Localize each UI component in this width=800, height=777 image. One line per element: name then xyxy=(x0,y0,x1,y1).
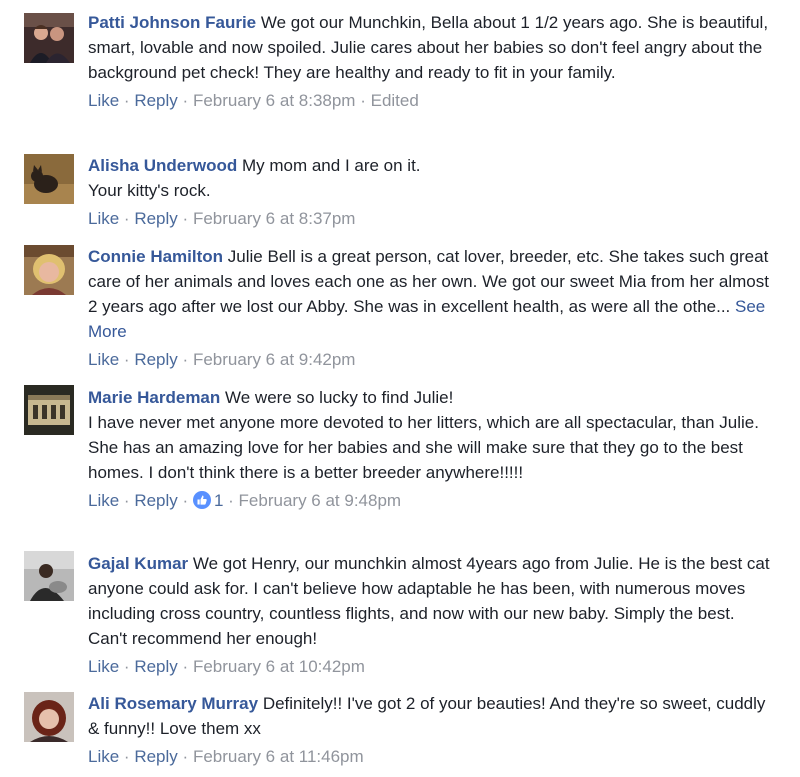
comment-author-link[interactable]: Connie Hamilton xyxy=(88,247,223,266)
like-button[interactable]: Like xyxy=(88,91,119,110)
comment-timestamp[interactable]: February 6 at 9:48pm xyxy=(239,491,402,510)
comment-actions: Like · Reply · February 6 at 8:37pm xyxy=(88,209,778,229)
comment-actions: Like · Reply · February 6 at 8:38pm · Ed… xyxy=(88,91,778,111)
separator: · xyxy=(182,350,189,369)
separator: · xyxy=(123,350,130,369)
comment-text: Connie Hamilton Julie Bell is a great pe… xyxy=(88,247,769,341)
comment-author-link[interactable]: Alisha Underwood xyxy=(88,156,237,175)
reply-button[interactable]: Reply xyxy=(134,491,177,510)
comment-text: Marie Hardeman We were so lucky to find … xyxy=(88,388,759,482)
thumbs-up-icon xyxy=(192,491,211,509)
comment-actions: Like · Reply · 1 · February 6 at 9:48pm xyxy=(88,491,778,511)
like-button[interactable]: Like xyxy=(88,350,119,369)
separator: · xyxy=(182,491,189,510)
reaction-summary[interactable]: 1 xyxy=(192,491,224,510)
like-button[interactable]: Like xyxy=(88,209,119,228)
separator: · xyxy=(182,747,189,766)
comment-author-link[interactable]: Marie Hardeman xyxy=(88,388,220,407)
avatar[interactable] xyxy=(24,245,74,295)
edited-label[interactable]: Edited xyxy=(371,91,419,110)
comment-text: Gajal Kumar We got Henry, our munchkin a… xyxy=(88,554,770,648)
comment-timestamp[interactable]: February 6 at 11:46pm xyxy=(193,747,364,766)
reaction-count: 1 xyxy=(213,491,224,510)
profile-photo-building-icon xyxy=(24,385,74,435)
profile-photo-woman-red-hair-icon xyxy=(24,692,74,742)
reply-button[interactable]: Reply xyxy=(134,657,177,676)
reply-button[interactable]: Reply xyxy=(134,209,177,228)
comment-timestamp[interactable]: February 6 at 8:37pm xyxy=(193,209,356,228)
separator: · xyxy=(123,657,130,676)
reply-button[interactable]: Reply xyxy=(134,91,177,110)
separator: · xyxy=(182,209,189,228)
comment-text: Alisha Underwood My mom and I are on it.… xyxy=(88,156,421,200)
comment-timestamp[interactable]: February 6 at 10:42pm xyxy=(193,657,365,676)
like-button[interactable]: Like xyxy=(88,491,119,510)
separator: · xyxy=(228,491,234,510)
comment-actions: Like · Reply · February 6 at 9:42pm xyxy=(88,350,778,370)
comment-author-link[interactable]: Ali Rosemary Murray xyxy=(88,694,258,713)
avatar[interactable] xyxy=(24,13,74,63)
comment-author-link[interactable]: Gajal Kumar xyxy=(88,554,188,573)
avatar[interactable] xyxy=(24,551,74,601)
avatar[interactable] xyxy=(24,385,74,435)
profile-photo-cat-icon xyxy=(24,154,74,204)
profile-photo-woman-icon xyxy=(24,245,74,295)
like-button[interactable]: Like xyxy=(88,747,119,766)
like-button[interactable]: Like xyxy=(88,657,119,676)
avatar[interactable] xyxy=(24,692,74,742)
avatar[interactable] xyxy=(24,154,74,204)
comment-text: Ali Rosemary Murray Definitely!! I've go… xyxy=(88,694,766,738)
comment-timestamp[interactable]: February 6 at 8:38pm xyxy=(193,91,356,110)
profile-photo-person-cat-icon xyxy=(24,551,74,601)
reply-button[interactable]: Reply xyxy=(134,747,177,766)
profile-photo-couple-icon xyxy=(24,13,74,63)
comment-author-link[interactable]: Patti Johnson Faurie xyxy=(88,13,256,32)
comment-actions: Like · Reply · February 6 at 10:42pm xyxy=(88,657,778,677)
reply-button[interactable]: Reply xyxy=(134,350,177,369)
separator: · xyxy=(182,91,189,110)
separator: · xyxy=(123,747,130,766)
comment-actions: Like · Reply · February 6 at 11:46pm xyxy=(88,747,778,767)
comment-text: Patti Johnson Faurie We got our Munchkin… xyxy=(88,13,769,82)
comment-timestamp[interactable]: February 6 at 9:42pm xyxy=(193,350,356,369)
separator: · xyxy=(182,657,189,676)
comment-list: Patti Johnson Faurie We got our Munchkin… xyxy=(0,0,800,777)
separator: · xyxy=(123,209,130,228)
separator: · xyxy=(123,91,130,110)
separator: · xyxy=(360,91,366,110)
separator: · xyxy=(123,491,130,510)
